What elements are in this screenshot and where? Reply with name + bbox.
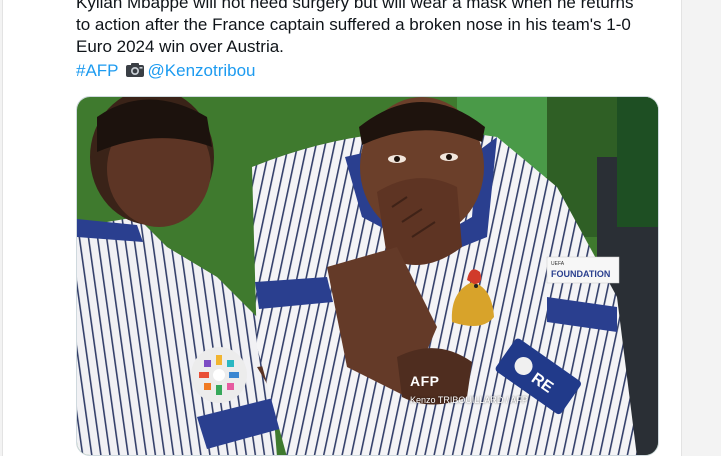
sleeve-badge-text: FOUNDATION [551,269,610,279]
mention-link[interactable]: @Kenzotribou [148,61,256,80]
photo-watermark: AFP Kenzo TRIBOUILLARD / AFP [410,373,528,405]
tweet-photo[interactable]: UEFA FOUNDATION RE AFP Kenzo TRIBOUILLAR… [76,96,659,456]
tweet-text-line: to action after the France captain suffe… [76,15,631,34]
photo-credit: Kenzo TRIBOUILLARD / AFP [410,395,528,405]
afp-logo: AFP [410,373,440,389]
hashtag-link[interactable]: #AFP [76,61,119,80]
sleeve-badge-top: UEFA [551,261,565,267]
tweet-tags: #AFP @Kenzotribou [76,60,256,82]
camera-icon [125,63,144,77]
tweet-text: Kylian Mbappe will not need surgery but … [76,0,676,58]
tweet-text-line: Kylian Mbappe will not need surgery but … [76,0,634,12]
photo-illustration: UEFA FOUNDATION RE [77,97,658,455]
tweet-text-line: Euro 2024 win over Austria. [76,37,284,56]
